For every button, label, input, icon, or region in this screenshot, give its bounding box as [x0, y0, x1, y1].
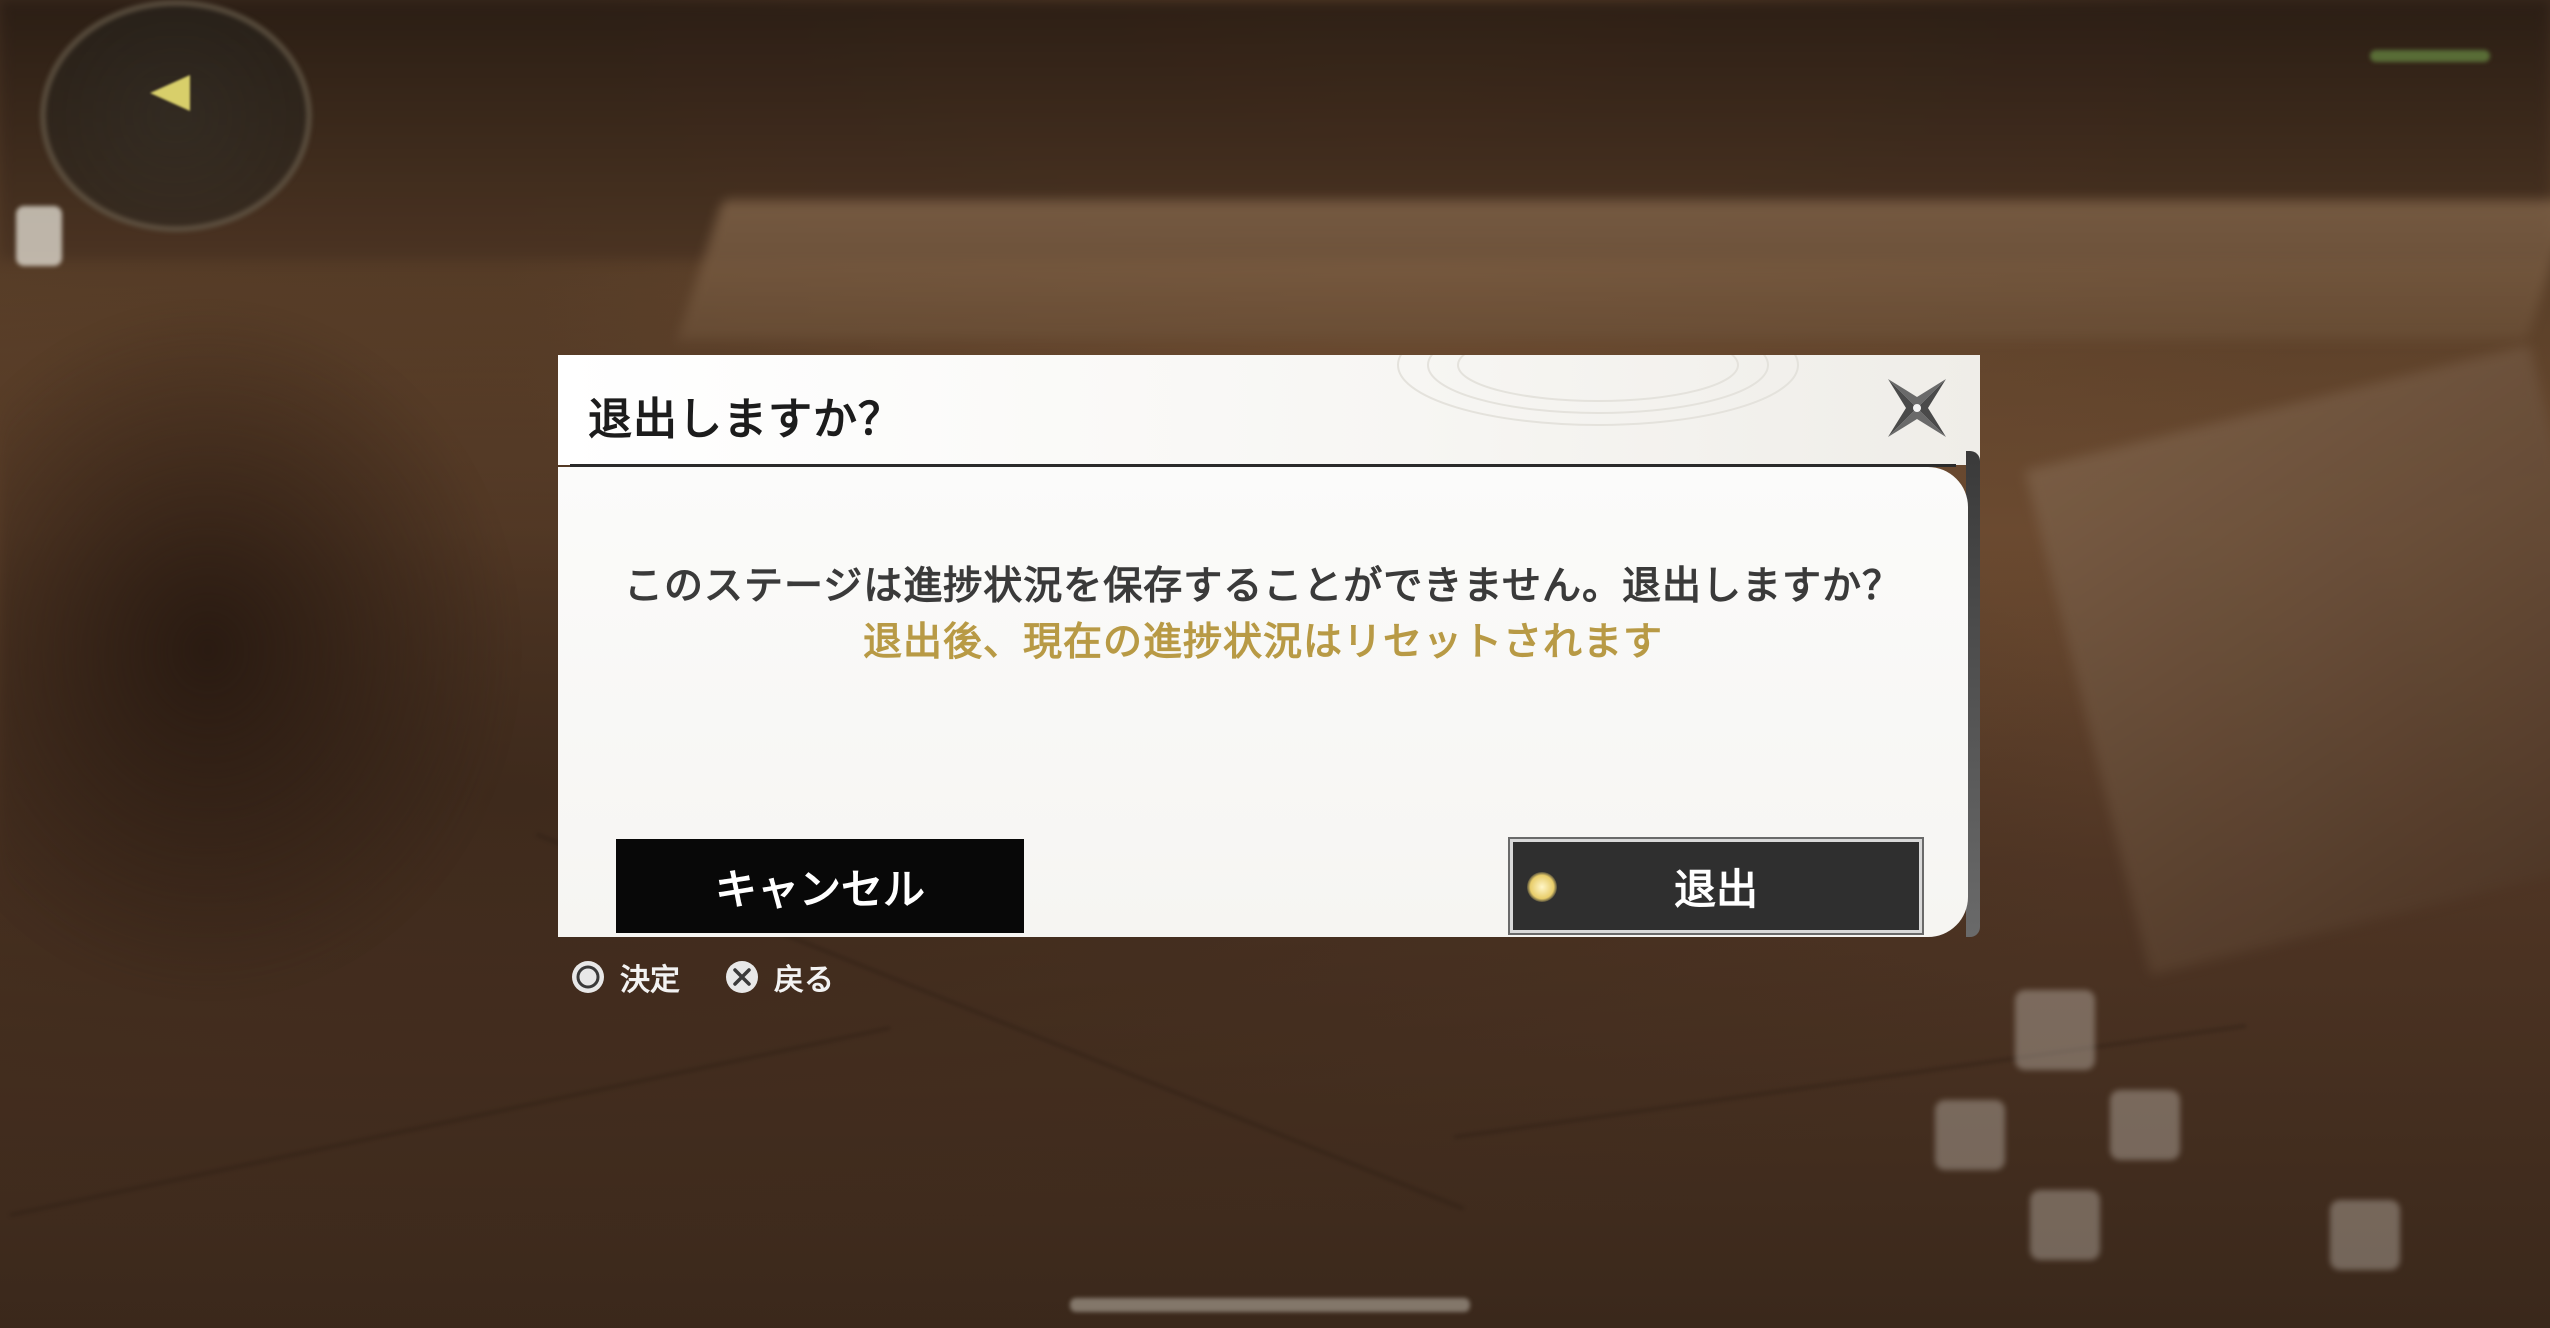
- close-icon: [1888, 379, 1946, 437]
- minimap[interactable]: [40, 0, 312, 232]
- close-button[interactable]: [1876, 367, 1958, 449]
- skill-icon: [2030, 1190, 2100, 1260]
- cross-button-icon: [726, 961, 758, 993]
- cancel-button[interactable]: キャンセル: [616, 839, 1024, 933]
- confirm-prompt: 決定: [570, 955, 680, 999]
- skill-icon: [2015, 990, 2095, 1070]
- back-prompt: 戻る: [724, 955, 834, 999]
- background-table: [2024, 344, 2550, 976]
- dialog-message: このステージは進捗状況を保存することができません。退出しますか？: [623, 564, 1903, 609]
- exit-confirmation-dialog: 退出しますか？ このステージは進捗状況を保存することができません。退出しますか？…: [558, 355, 1980, 937]
- dialog-edge-accent: [1966, 451, 1980, 937]
- button-prompts: 決定 戻る: [570, 955, 878, 999]
- skill-icon: [2330, 1200, 2400, 1270]
- confirm-prompt-label: 決定: [620, 963, 680, 998]
- skill-icon: [1935, 1100, 2005, 1170]
- player-arrow-icon: [150, 75, 190, 111]
- dialog-title: 退出しますか？: [588, 394, 903, 445]
- cancel-button-label: キャンセル: [714, 864, 925, 914]
- circle-button-icon: [572, 961, 604, 993]
- back-prompt-label: 戻る: [774, 963, 834, 998]
- background-floor-band: [677, 200, 2550, 340]
- item-slot: [16, 206, 62, 266]
- exit-button[interactable]: 退出: [1508, 837, 1924, 935]
- skill-icon: [2110, 1090, 2180, 1160]
- health-bar: [1070, 1298, 1470, 1312]
- status-bar: [2370, 50, 2490, 62]
- dialog-header: 退出しますか？: [558, 355, 1980, 465]
- header-decoration: [1397, 355, 1799, 426]
- background-shadow: [0, 300, 520, 1000]
- dialog-warning: 退出後、現在の進捗状況はリセットされます: [862, 620, 1663, 665]
- focus-indicator-icon: [1527, 872, 1557, 902]
- floor-seam: [9, 1026, 891, 1217]
- exit-button-label: 退出: [1673, 864, 1758, 914]
- dialog-body: このステージは進捗状況を保存することができません。退出しますか？ 退出後、現在の…: [558, 467, 1968, 937]
